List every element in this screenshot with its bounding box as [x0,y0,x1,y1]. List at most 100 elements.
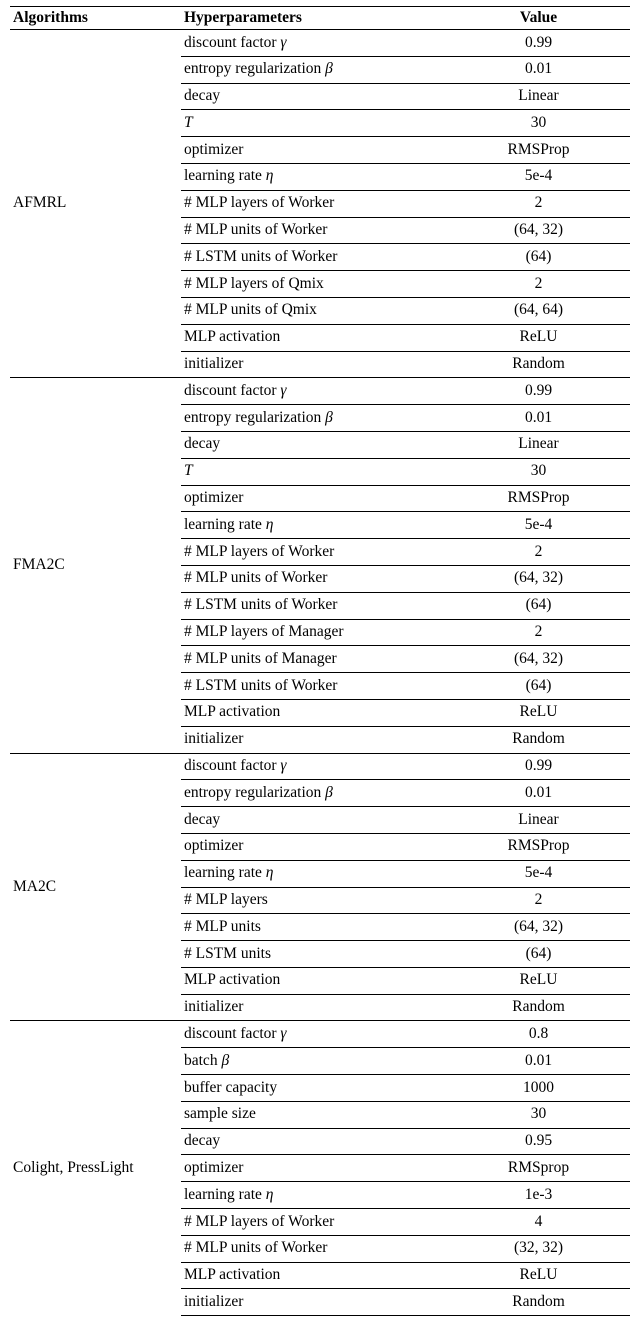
param-cell: # LSTM units of Worker [181,592,447,619]
param-cell: optimizer [181,833,447,860]
value-cell: 5e-4 [447,512,630,539]
table-row: AFMRLdiscount factor γ0.99 [10,30,630,57]
value-cell: 2 [447,887,630,914]
param-cell: MLP activation [181,1262,447,1289]
param-cell: discount factor γ [181,753,447,780]
header-value: Value [447,7,630,30]
param-cell: MLP activation [181,324,447,351]
value-cell: 2 [447,539,630,566]
param-cell: initializer [181,994,447,1021]
param-cell: # MLP units [181,914,447,941]
value-cell: (64, 64) [447,297,630,324]
algorithm-cell: MA2C [10,753,181,1021]
value-cell: 0.99 [447,30,630,57]
param-cell: # MLP units of Worker [181,1235,447,1262]
param-cell: learning rate η [181,860,447,887]
table-row: MA2Cdiscount factor γ0.99 [10,753,630,780]
param-cell: initializer [181,1289,447,1316]
algorithm-cell: AFMRL [10,30,181,378]
header-hyperparameters: Hyperparameters [181,7,447,30]
param-cell: optimizer [181,137,447,164]
value-cell: (64, 32) [447,565,630,592]
header-row: Algorithms Hyperparameters Value [10,7,630,30]
param-cell: batch β [181,1048,447,1075]
value-cell: 5e-4 [447,860,630,887]
value-cell: 0.95 [447,1128,630,1155]
param-cell: # MLP layers [181,887,447,914]
table-row: FMA2Cdiscount factor γ0.99 [10,378,630,405]
value-cell: 30 [447,110,630,137]
value-cell: 0.8 [447,1021,630,1048]
hyperparameters-table: Algorithms Hyperparameters Value AFMRLdi… [10,6,630,1316]
param-cell: buffer capacity [181,1075,447,1102]
value-cell: Random [447,994,630,1021]
param-cell: MLP activation [181,699,447,726]
param-cell: optimizer [181,1155,447,1182]
header-algorithms: Algorithms [10,7,181,30]
value-cell: 0.01 [447,1048,630,1075]
value-cell: 1e-3 [447,1182,630,1209]
param-cell: # LSTM units of Worker [181,673,447,700]
param-cell: MLP activation [181,967,447,994]
value-cell: 1000 [447,1075,630,1102]
value-cell: Random [447,1289,630,1316]
value-cell: 5e-4 [447,163,630,190]
value-cell: 2 [447,271,630,298]
value-cell: 0.01 [447,405,630,432]
value-cell: 30 [447,458,630,485]
param-cell: decay [181,431,447,458]
param-cell: discount factor γ [181,1021,447,1048]
param-cell: decay [181,83,447,110]
param-cell: optimizer [181,485,447,512]
value-cell: (64, 32) [447,646,630,673]
param-cell: decay [181,807,447,834]
param-cell: initializer [181,726,447,753]
algorithm-cell: Colight, PressLight [10,1021,181,1316]
param-cell: decay [181,1128,447,1155]
param-cell: entropy regularization β [181,780,447,807]
value-cell: ReLU [447,1262,630,1289]
param-cell: # LSTM units of Worker [181,244,447,271]
value-cell: (64) [447,244,630,271]
algorithm-cell: FMA2C [10,378,181,753]
param-cell: # MLP layers of Qmix [181,271,447,298]
param-cell: entropy regularization β [181,405,447,432]
value-cell: 0.01 [447,780,630,807]
value-cell: RMSprop [447,1155,630,1182]
value-cell: 2 [447,619,630,646]
param-cell: # MLP units of Qmix [181,297,447,324]
param-cell: T [181,110,447,137]
value-cell: (64, 32) [447,217,630,244]
value-cell: (32, 32) [447,1235,630,1262]
param-cell: # MLP layers of Worker [181,190,447,217]
value-cell: 0.99 [447,378,630,405]
table-row: Colight, PressLightdiscount factor γ0.8 [10,1021,630,1048]
value-cell: RMSProp [447,485,630,512]
value-cell: 4 [447,1209,630,1236]
param-cell: discount factor γ [181,378,447,405]
value-cell: RMSProp [447,137,630,164]
value-cell: (64) [447,673,630,700]
value-cell: 0.01 [447,56,630,83]
param-cell: # LSTM units [181,941,447,968]
param-cell: # MLP units of Manager [181,646,447,673]
value-cell: Linear [447,83,630,110]
value-cell: 0.99 [447,753,630,780]
param-cell: learning rate η [181,512,447,539]
value-cell: ReLU [447,324,630,351]
value-cell: 30 [447,1101,630,1128]
value-cell: Linear [447,431,630,458]
param-cell: # MLP layers of Manager [181,619,447,646]
param-cell: entropy regularization β [181,56,447,83]
param-cell: initializer [181,351,447,378]
value-cell: RMSProp [447,833,630,860]
value-cell: (64) [447,592,630,619]
value-cell: (64) [447,941,630,968]
value-cell: ReLU [447,967,630,994]
param-cell: # MLP layers of Worker [181,539,447,566]
value-cell: Random [447,726,630,753]
value-cell: 2 [447,190,630,217]
param-cell: # MLP layers of Worker [181,1209,447,1236]
param-cell: learning rate η [181,163,447,190]
param-cell: discount factor γ [181,30,447,57]
